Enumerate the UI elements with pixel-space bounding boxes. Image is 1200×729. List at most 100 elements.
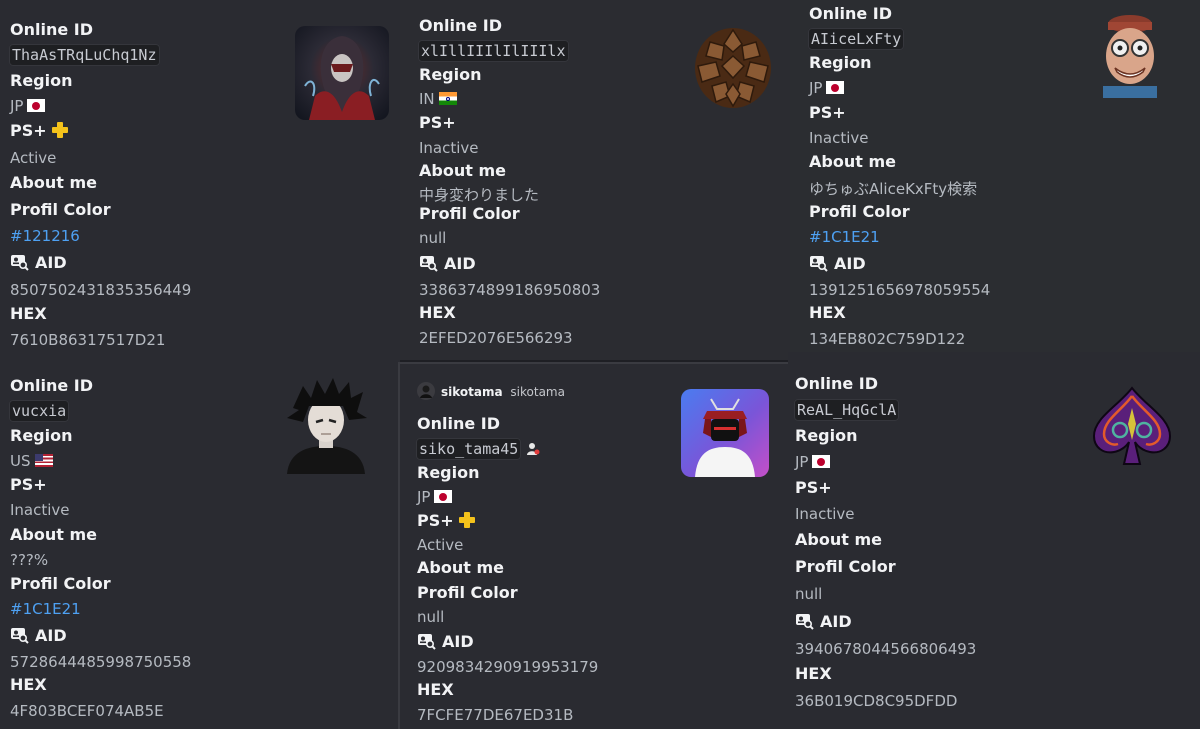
region-value: IN bbox=[419, 90, 435, 108]
id-card-search-icon bbox=[796, 614, 814, 630]
about-me-label: About me bbox=[417, 558, 504, 577]
profil-color-value[interactable]: #1C1E21 bbox=[809, 228, 880, 246]
japan-flag-icon bbox=[826, 81, 845, 94]
region-label: Region bbox=[10, 426, 73, 445]
about-me-value: 中身変わりました bbox=[419, 186, 540, 204]
region-row: JP bbox=[417, 488, 453, 506]
online-id-value[interactable]: siko_tama45 bbox=[416, 438, 522, 460]
user-badge-icon bbox=[527, 443, 540, 455]
id-card-search-icon bbox=[11, 255, 29, 271]
aid-row: AID bbox=[10, 626, 67, 645]
japan-flag-icon bbox=[27, 99, 46, 112]
about-me-label: About me bbox=[809, 152, 896, 171]
avatar[interactable] bbox=[681, 389, 769, 477]
user-avatar-small[interactable] bbox=[417, 382, 435, 400]
samurai-figure-avatar bbox=[695, 398, 755, 477]
aid-label: AID bbox=[35, 626, 67, 645]
profil-color-label: Profil Color bbox=[809, 202, 910, 221]
profil-color-label: Profil Color bbox=[419, 204, 520, 223]
pinecone-avatar bbox=[695, 28, 771, 108]
id-card-search-icon bbox=[810, 256, 828, 272]
aid-label: AID bbox=[834, 254, 866, 273]
ps-plus-status: Inactive bbox=[419, 139, 479, 157]
hex-label: HEX bbox=[10, 304, 47, 323]
japan-flag-icon bbox=[812, 455, 831, 468]
online-id-row: siko_tama45 bbox=[416, 438, 540, 460]
avatar[interactable] bbox=[283, 378, 369, 474]
ps-plus-row: PS+ bbox=[417, 511, 475, 530]
about-me-label: About me bbox=[795, 530, 882, 549]
profile-card-2: Online ID xlIllIIIlIlIIIlx Region IN PS+… bbox=[400, 0, 790, 360]
hex-label: HEX bbox=[419, 303, 456, 322]
online-id-value[interactable]: xlIllIIIlIlIIIlx bbox=[418, 40, 569, 62]
ps-plus-label: PS+ bbox=[10, 121, 47, 140]
online-id-value[interactable]: ReAL_HqGclA bbox=[794, 399, 900, 421]
avatar[interactable] bbox=[295, 26, 389, 120]
aid-row: AID bbox=[10, 253, 67, 272]
online-id-value[interactable]: AIiceLxFty bbox=[808, 28, 905, 50]
about-me-label: About me bbox=[10, 525, 97, 544]
profil-color-value: null bbox=[419, 229, 447, 247]
hex-value: 36B019CD8C95DFDD bbox=[795, 692, 958, 710]
ps-plus-icon bbox=[458, 512, 475, 528]
cartoon-old-man-avatar bbox=[1103, 15, 1157, 98]
online-id-label: Online ID bbox=[809, 4, 893, 23]
profile-card-6: Online ID ReAL_HqGclA Region JP PS+ Inac… bbox=[788, 352, 1200, 729]
aid-value: 9209834290919953179 bbox=[417, 658, 599, 676]
ps-plus-status: Inactive bbox=[809, 129, 869, 147]
aid-row: AID bbox=[417, 632, 474, 651]
profile-card-1: Online ID ThaAsTRqLuChq1Nz Region JP PS+… bbox=[0, 0, 400, 362]
aid-row: AID bbox=[809, 254, 866, 273]
aid-value: 8507502431835356449 bbox=[10, 281, 192, 299]
online-id-value[interactable]: vucxia bbox=[9, 400, 70, 422]
region-label: Region bbox=[419, 65, 482, 84]
profil-color-label: Profil Color bbox=[795, 557, 896, 576]
aid-value: 1391251656978059554 bbox=[809, 281, 991, 299]
ps-plus-status: Inactive bbox=[10, 501, 70, 519]
hex-label: HEX bbox=[10, 675, 47, 694]
region-label: Region bbox=[795, 426, 858, 445]
ps-plus-label: PS+ bbox=[417, 511, 454, 530]
india-flag-icon bbox=[438, 92, 457, 105]
region-row: JP bbox=[10, 97, 46, 115]
profil-color-label: Profil Color bbox=[10, 574, 111, 593]
avatar[interactable] bbox=[1095, 10, 1165, 98]
header-name[interactable]: sikotama bbox=[441, 385, 503, 399]
id-card-search-icon bbox=[420, 256, 438, 272]
profile-card-3: Online ID AIiceLxFty Region JP PS+ Inact… bbox=[790, 0, 1200, 352]
id-card-search-icon bbox=[418, 634, 436, 650]
profil-color-label: Profil Color bbox=[417, 583, 518, 602]
profile-card-4: Online ID vucxia Region US PS+ Inactive … bbox=[0, 362, 398, 729]
profile-card-5: sikotama sikotama Online ID siko_tama45 … bbox=[398, 362, 788, 729]
aid-value: 3386374899186950803 bbox=[419, 281, 601, 299]
aid-label: AID bbox=[442, 632, 474, 651]
region-value: JP bbox=[809, 79, 823, 97]
aid-value: 5728644485998750558 bbox=[10, 653, 192, 671]
ps-plus-row: PS+ bbox=[10, 121, 68, 140]
anime-boy-avatar bbox=[287, 378, 367, 474]
ps-plus-status: Active bbox=[10, 149, 57, 167]
ps-plus-status: Active bbox=[417, 536, 464, 554]
ps-plus-status: Inactive bbox=[795, 505, 855, 523]
online-id-label: Online ID bbox=[10, 376, 94, 395]
profil-color-value[interactable]: #121216 bbox=[10, 227, 80, 245]
avatar[interactable] bbox=[692, 22, 774, 110]
aid-row: AID bbox=[795, 612, 852, 631]
region-label: Region bbox=[10, 71, 73, 90]
hex-label: HEX bbox=[417, 680, 454, 699]
online-id-value[interactable]: ThaAsTRqLuChq1Nz bbox=[9, 44, 160, 66]
region-value: JP bbox=[417, 488, 431, 506]
region-row: JP bbox=[809, 79, 845, 97]
id-card-search-icon bbox=[11, 628, 29, 644]
avatar[interactable] bbox=[1090, 384, 1174, 468]
about-me-value: ゆちゅぶAliceKxFty検索 bbox=[809, 180, 978, 198]
region-label: Region bbox=[417, 463, 480, 482]
region-row: JP bbox=[795, 453, 831, 471]
profil-color-value[interactable]: #1C1E21 bbox=[10, 600, 81, 618]
hooded-warrior-avatar bbox=[304, 36, 380, 120]
online-id-label: Online ID bbox=[419, 16, 503, 35]
hex-label: HEX bbox=[795, 664, 832, 683]
region-row: US bbox=[10, 452, 53, 470]
about-me-label: About me bbox=[419, 161, 506, 180]
about-me-label: About me bbox=[10, 173, 97, 192]
